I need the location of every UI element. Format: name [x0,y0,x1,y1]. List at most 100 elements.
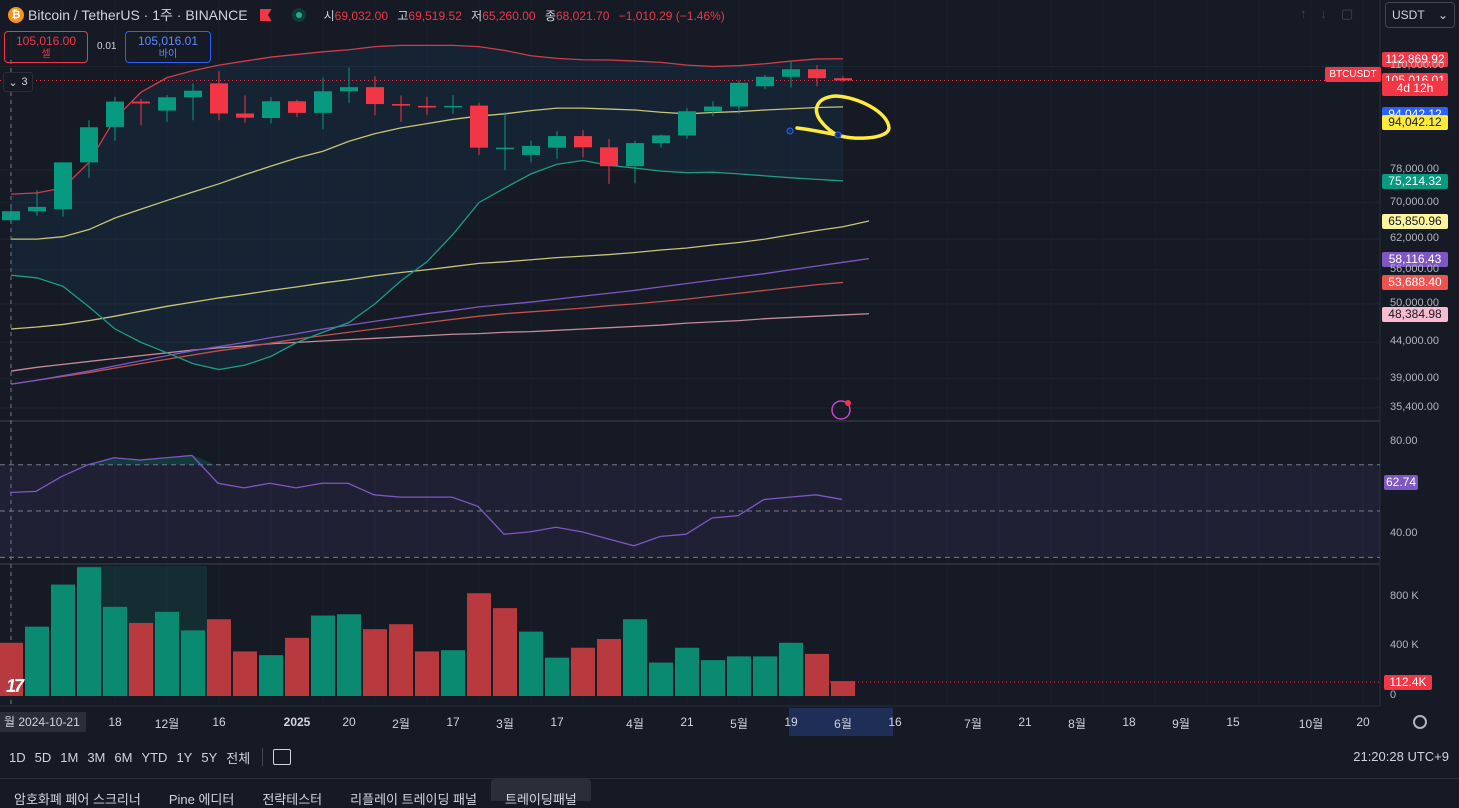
candle-body [340,87,358,92]
tf-1d[interactable]: 1D [9,750,26,765]
change-value: −1,010.29 (−1.46%) [618,8,725,23]
candle-body [808,69,826,79]
volume-bar [415,651,439,696]
candle-body [288,101,306,113]
price-tick: 35,400.00 [1390,400,1439,413]
clock[interactable]: 21:20:28 UTC+9 [1353,749,1449,764]
candle-body [470,105,488,148]
candle-body [210,83,228,114]
divider [262,748,264,766]
time-tick: 16 [212,715,226,729]
time-tick: 10월 [1298,717,1324,731]
tf-6m[interactable]: 6M [114,750,132,765]
price-tick: 44,000.00 [1390,335,1439,348]
volume-bar [285,637,309,696]
volume-bar [311,615,335,696]
price-tick: 56,000.00 [1390,262,1439,275]
price-label: 94,042.12 [1382,114,1448,130]
tf-5d[interactable]: 5D [35,750,52,765]
candle-body [600,147,618,167]
maximize-icon[interactable]: ▢ [1341,6,1353,22]
chevron-down-icon: ⌄ [8,76,18,89]
bottom-panel-tabs: 암호화폐 페어 스크리너 Pine 에디터 전략테스터 리플레이 트레이딩 패널… [0,778,1459,807]
arrow-up-icon[interactable]: ↑ [1300,6,1307,22]
chart-canvas[interactable] [0,0,1459,800]
time-tick: 7월 [964,717,982,731]
buy-button[interactable]: 105,016.01 바이 [125,31,211,63]
time-tick: 8월 [1068,717,1086,731]
candle-body [418,105,436,108]
candle-body [28,206,46,212]
price-tick: 50,000.00 [1390,296,1439,309]
time-tick: 9월 [1172,717,1190,731]
tab-pine-editor[interactable]: Pine 에디터 [155,779,249,807]
price-label: 75,214.32 [1382,173,1448,189]
price-tick: 78,000.00 [1390,162,1439,175]
volume-bar [519,631,543,696]
volume-bar [337,614,361,696]
candle-body [158,97,176,111]
volume-bar [363,629,387,696]
time-axis[interactable]: 18 12월 16 2025 20 2월 17 3월 17 4월 21 5월 19 6월 16 7월 21 8월 1… [0,710,1380,734]
sell-button[interactable]: 105,016.00 셀 [4,31,88,63]
time-tick: 21 [680,715,694,729]
tradingview-logo[interactable]: 17 [6,676,24,697]
drawing-anchor [786,127,794,135]
tf-1y[interactable]: 1Y [176,750,192,765]
candle-body [262,101,280,119]
gear-icon[interactable] [1413,715,1427,729]
candle-body [444,105,462,108]
price-tick: 110,000.00 [1390,59,1445,72]
volume-bar [649,662,673,696]
candle-body [652,135,670,144]
symbol-title[interactable]: Bitcoin / TetherUS · 1주 · BINANCE [28,5,248,25]
price-label: 4d 12h [1382,81,1448,97]
volume-bar [207,619,231,696]
chart-toolbar-icons: ↑ ↓ ▢ [1300,6,1353,22]
calendar-range-icon[interactable] [273,749,292,765]
symbol-header[interactable]: ₿ Bitcoin / TetherUS · 1주 · BINANCE 시69,… [0,0,725,30]
candle-body [522,145,540,155]
tf-all[interactable]: 전체 [226,748,250,767]
currency-select[interactable]: USDT ⌄ [1385,2,1455,28]
volume-bar [155,611,179,696]
ohlc-values: 시69,032.00 고69,519.52 저65,260.00 종68,021… [323,8,725,23]
candle-body [366,87,384,105]
candle-body [392,104,410,106]
tab-replay-trading[interactable]: 리플레이 트레이딩 패널 [336,779,491,807]
volume-bar [831,681,855,696]
price-tick: 39,000.00 [1390,371,1439,384]
crosshair-date: 월 2024-10-21 [0,712,86,732]
volume-bar [545,657,569,696]
flag-icon[interactable] [259,9,272,21]
event-dot [845,400,851,406]
tab-trading-panel[interactable]: 트레이딩패널 [490,779,591,807]
volume-bar [389,624,413,696]
tf-5y[interactable]: 5Y [201,750,217,765]
candle-body [548,136,566,148]
tf-1m[interactable]: 1M [60,750,78,765]
tab-strategy-tester[interactable]: 전략테스터 [248,779,336,807]
arrow-down-icon[interactable]: ↓ [1321,6,1328,22]
indicator-collapse-button[interactable]: ⌄ 3 [3,72,33,92]
candle-body [678,111,696,136]
time-tick: 20 [1356,715,1370,729]
volume-bar [493,608,517,696]
time-tick: 6월 [834,717,852,731]
tab-crypto-screener[interactable]: 암호화폐 페어 스크리너 [0,779,155,807]
candle-body [314,91,332,113]
time-tick: 19 [784,715,798,729]
candle-body [730,82,748,107]
price-label: 65,850.96 [1382,213,1448,229]
time-tick: 18 [1122,715,1136,729]
volume-bar [753,656,777,696]
tf-ytd[interactable]: YTD [141,750,167,765]
price-label: 53,688.40 [1382,275,1448,291]
timeframe-bar: 1D 5D 1M 3M 6M YTD 1Y 5Y 전체 [0,742,1459,772]
volume-bar [51,584,75,696]
rsi-current-label: 62.74 [1384,474,1418,490]
volume-bar [701,660,725,696]
tf-3m[interactable]: 3M [87,750,105,765]
volume-bar [675,647,699,696]
price-tick: 62,000.00 [1390,232,1439,245]
